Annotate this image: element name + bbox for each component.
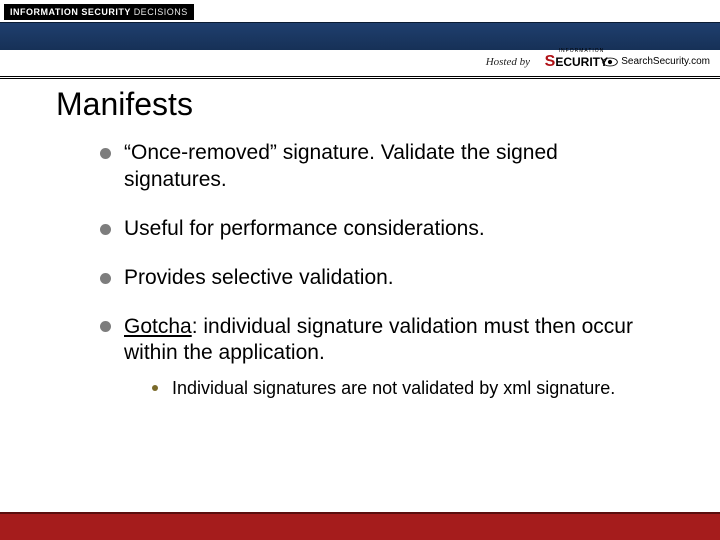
eye-icon — [602, 57, 618, 67]
sponsor-searchsecurity-logo: SearchSecurity.com — [602, 56, 710, 67]
list-item: “Once-removed” signature. Validate the s… — [100, 140, 640, 194]
bullet-text: Useful for performance considerations. — [124, 217, 485, 240]
bullet-text: “Once-removed” signature. Validate the s… — [124, 141, 558, 191]
list-item: Gotcha: individual signature validation … — [100, 314, 640, 401]
brand-suffix-text: DECISIONS — [134, 7, 188, 17]
sponsor-security-s: S — [545, 53, 556, 70]
hosted-by-row: Hosted by INFORMATION SECURITY SearchSec… — [0, 50, 720, 77]
sponsor-searchsecurity-text: SearchSecurity.com — [621, 56, 710, 67]
header-underline — [0, 78, 720, 79]
hosted-by-label: Hosted by — [486, 56, 530, 68]
header-blue-bar — [0, 22, 720, 52]
bullet-text: Provides selective validation. — [124, 266, 394, 289]
sponsor-security-top: INFORMATION — [559, 48, 605, 54]
brand-badge: INFORMATION SECURITY DECISIONS — [4, 4, 194, 20]
footer-red-bar — [0, 512, 720, 540]
bullet-rest: : individual signature validation must t… — [124, 315, 633, 365]
sponsor-security-rest: ECURITY — [555, 55, 608, 69]
bullet-lead-underlined: Gotcha — [124, 315, 192, 338]
list-item: Useful for performance considerations. — [100, 216, 640, 243]
list-item-sub: Individual signatures are not validated … — [152, 377, 640, 400]
sub-bullet-text: Individual signatures are not validated … — [172, 378, 615, 398]
list-item: Provides selective validation. — [100, 265, 640, 292]
sponsor-security-logo: INFORMATION SECURITY — [545, 53, 608, 71]
slide-title: Manifests — [56, 86, 193, 123]
brand-main-text: INFORMATION SECURITY — [10, 7, 131, 17]
slide-body: “Once-removed” signature. Validate the s… — [100, 140, 640, 423]
